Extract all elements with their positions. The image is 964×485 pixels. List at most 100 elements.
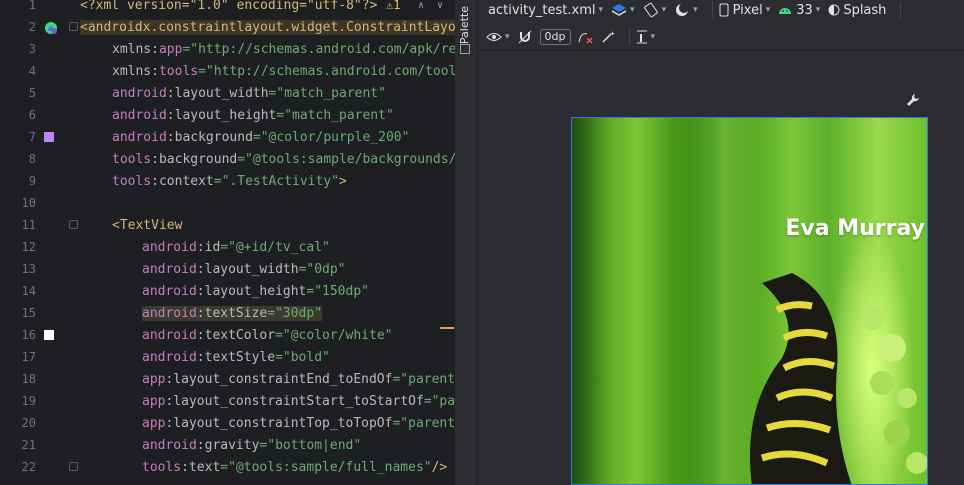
attr-ns: android [142,261,197,277]
align-icon [636,30,647,44]
attr-value: ="@+id/tv_cal" [220,239,330,255]
attr-name: :layout_constraintTop_toTopOf [165,415,393,431]
attr-value: ="150dp" [306,283,369,299]
fold-toggle-icon[interactable] [69,22,78,31]
scroll-marker [440,327,454,329]
code-line[interactable]: 3 xmlns:app="http://schemas.android.com/… [0,38,455,60]
code-text: <?xml version="1.0" encoding="utf-8"?> [80,0,377,13]
code-text: android:id="@+id/tv_cal" [142,240,330,255]
code-line[interactable]: 2 <androidx.constraintlayout.widget.Cons… [0,16,455,38]
line-number: 20 [21,416,36,430]
designer-toolbar-secondary: ▾ 0dp ▾ [478,24,964,51]
code-line[interactable]: 4 xmlns:tools="http://schemas.android.co… [0,60,455,82]
code-line[interactable]: 6 android:layout_height="match_parent" [0,104,455,126]
attr-ns: tools [112,151,152,167]
code-line[interactable]: 15 android:textSize="30dp" [0,302,455,324]
code-line[interactable]: 9 tools:context=".TestActivity"> [0,170,455,192]
line-number: 2 [28,20,36,34]
chevron-down-icon: ▾ [598,5,604,15]
autoconnect-button[interactable] [518,30,532,44]
preview-textview[interactable]: Eva Murray [785,216,925,241]
attr-value: ="http://schemas.android.com/tool [198,63,455,79]
api-selector[interactable]: 33 ▾ [778,3,820,18]
code-line[interactable]: 8 tools:background="@tools:sample/backgr… [0,148,455,170]
code-text: android:layout_width="match_parent" [112,86,386,101]
code-line[interactable]: 16 android:textColor="@color/white" [0,324,455,346]
code-line[interactable]: 11 <TextView [0,214,455,236]
attr-name: :layout_height [196,283,307,299]
code-line[interactable]: 7 android:background="@color/purple_200" [0,126,455,148]
xml-prolog: <?xml version="1.0" encoding="utf-8"?> [80,0,378,13]
code-line[interactable]: 20 app:layout_constraintTop_toTopOf="par… [0,412,455,434]
line-number: 4 [28,64,36,78]
fold-toggle-icon[interactable] [69,462,78,471]
device-selector[interactable]: Pixel ▾ [719,3,770,18]
infer-constraints-button[interactable] [601,30,615,44]
attr-name: :text [181,459,221,475]
chevron-down-icon: ▾ [661,5,667,15]
attr-value: ="bottom|end" [259,437,362,453]
code-line[interactable]: 17 android:textStyle="bold" [0,346,455,368]
line-number: 18 [21,372,36,386]
magic-wand-icon [601,31,615,43]
line-number: 7 [28,130,36,144]
palette-tab[interactable]: Palette [458,6,471,44]
chevron-down-icon: ▾ [693,5,698,15]
code-line[interactable]: 19 app:layout_constraintStart_toStartOf=… [0,390,455,412]
code-line[interactable]: 13 android:layout_width="0dp" [0,258,455,280]
code-text: <TextView [112,218,182,233]
layers-button[interactable]: ▾ [611,2,635,18]
code-line[interactable]: 5 android:layout_width="match_parent" [0,82,455,104]
code-text: tools:background="@tools:sample/backgrou… [112,152,455,167]
orientation-button[interactable]: ▾ [643,2,667,18]
palette-icon[interactable] [460,44,470,54]
attr-name: :textSize [196,305,268,321]
caterpillar-image [750,273,927,484]
code-line[interactable]: 18 app:layout_constraintEnd_toEndOf="par… [0,368,455,390]
night-mode-button[interactable]: ▾ [674,2,698,18]
code-line[interactable]: 22 tools:text="@tools:sample/full_names"… [0,456,455,478]
palette-sidebar[interactable]: Palette [455,0,478,485]
attr-value: ="parent [392,371,455,387]
wrench-icon[interactable] [906,93,920,111]
api-level: 33 [796,2,813,18]
code-text: android:textStyle="bold" [142,350,330,365]
code-line[interactable]: 21 android:gravity="bottom|end" [0,434,455,456]
theme-selector[interactable]: Splash [828,3,886,18]
background-image [572,118,610,484]
layout-preview[interactable]: Eva Murray [571,117,928,485]
attr-value: ="@color/purple_200" [252,129,410,145]
view-options-button[interactable]: ▾ [486,31,510,43]
attr-value: ="match_parent" [268,85,386,101]
chevron-up-icon[interactable]: ∧ [418,0,424,11]
clear-constraints-button[interactable] [577,30,593,44]
line-number: 14 [21,284,36,298]
code-text: android:textColor="@color/white" [142,328,392,343]
code-line[interactable]: 14 android:layout_height="150dp" [0,280,455,302]
line-number: 6 [28,108,36,122]
line-number: 11 [21,218,36,232]
align-button[interactable]: ▾ [636,30,655,44]
android-layout-icon [44,20,58,34]
line-number: 13 [21,262,36,276]
code-text: android:layout_height="150dp" [142,284,369,299]
code-text: app:layout_constraintTop_toTopOf="parent [142,416,455,431]
chevron-down-icon: ▾ [505,32,510,42]
line-number: 12 [21,240,36,254]
color-swatch-purple[interactable] [44,132,54,142]
attr-ns: xmlns: [112,41,159,57]
fold-toggle-icon[interactable] [69,220,78,229]
warning-indicator[interactable]: ⚠1 [386,0,400,12]
code-line[interactable]: 10 [0,192,455,214]
code-line[interactable]: 12 android:id="@+id/tv_cal" [0,236,455,258]
chevron-down-icon[interactable]: ∨ [437,0,443,11]
attr-name: :gravity [196,437,260,453]
code-line[interactable]: 1 <?xml version="1.0" encoding="utf-8"?>… [0,0,455,16]
attr-ns: xmlns: [112,63,159,79]
default-margin-field[interactable]: 0dp [539,29,571,45]
color-swatch-white[interactable] [44,330,54,340]
code-text: app:layout_constraintStart_toStartOf="pa [142,394,455,409]
code-text: android:background="@color/purple_200" [112,130,409,145]
code-editor[interactable]: 1 <?xml version="1.0" encoding="utf-8"?>… [0,0,455,485]
file-selector[interactable]: activity_test.xml ▾ [488,3,603,18]
